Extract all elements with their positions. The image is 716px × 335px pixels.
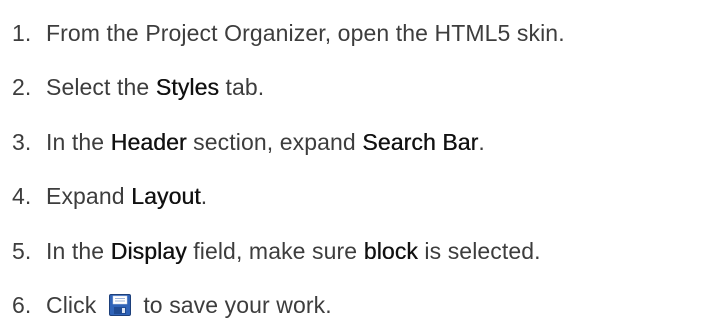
step-number: 3.: [12, 128, 32, 155]
step-text-plain: Click: [46, 292, 103, 319]
step-1: 1. From the Project Organizer, open the …: [12, 6, 712, 61]
step-number: 1.: [12, 19, 32, 46]
step-text-plain: is selected.: [417, 237, 541, 264]
ui-term-search-bar: Search Bar: [362, 128, 479, 155]
step-2: 2. Select the Styles tab.: [12, 61, 712, 116]
step-number: 4.: [12, 183, 32, 210]
step-text-plain: field, make sure: [186, 237, 364, 264]
step-text: From the Project Organizer, open the HTM…: [46, 20, 565, 47]
ui-term-block: block: [363, 237, 418, 264]
step-number: 6.: [12, 292, 32, 319]
step-text-plain: to save your work.: [136, 292, 332, 319]
step-4: 4. Expand Layout.: [12, 170, 712, 225]
step-text-plain: .: [478, 128, 485, 155]
step-text: In the Display field, make sure block is…: [46, 238, 541, 265]
step-text: Select the Styles tab.: [46, 74, 264, 101]
step-text-plain: .: [200, 183, 208, 210]
ui-term-header-section: Header: [110, 128, 187, 155]
step-6: 6. Click to save your work.: [12, 279, 712, 334]
save-icon: [108, 293, 131, 316]
step-number: 5.: [12, 237, 32, 264]
step-number: 2.: [12, 74, 32, 101]
step-text-plain: tab.: [219, 74, 265, 101]
step-text-plain: section, expand: [186, 128, 363, 155]
ui-term-display-field: Display: [110, 237, 187, 264]
step-text: Expand Layout.: [46, 183, 207, 210]
step-text-plain: From the Project Organizer, open the HTM…: [46, 19, 565, 46]
step-text: In the Header section, expand Search Bar…: [46, 129, 485, 156]
step-text: Click to save your work.: [46, 292, 332, 319]
step-text-plain: Select the: [46, 74, 156, 101]
step-5: 5. In the Display field, make sure block…: [12, 224, 712, 279]
ui-term-layout: Layout: [131, 183, 201, 210]
instruction-steps: 1. From the Project Organizer, open the …: [12, 6, 712, 333]
ui-term-styles-tab: Styles: [155, 74, 220, 101]
step-text-plain: In the: [46, 237, 111, 264]
step-text-plain: Expand: [46, 183, 132, 210]
step-text-plain: In the: [46, 128, 111, 155]
step-3: 3. In the Header section, expand Search …: [12, 115, 712, 170]
